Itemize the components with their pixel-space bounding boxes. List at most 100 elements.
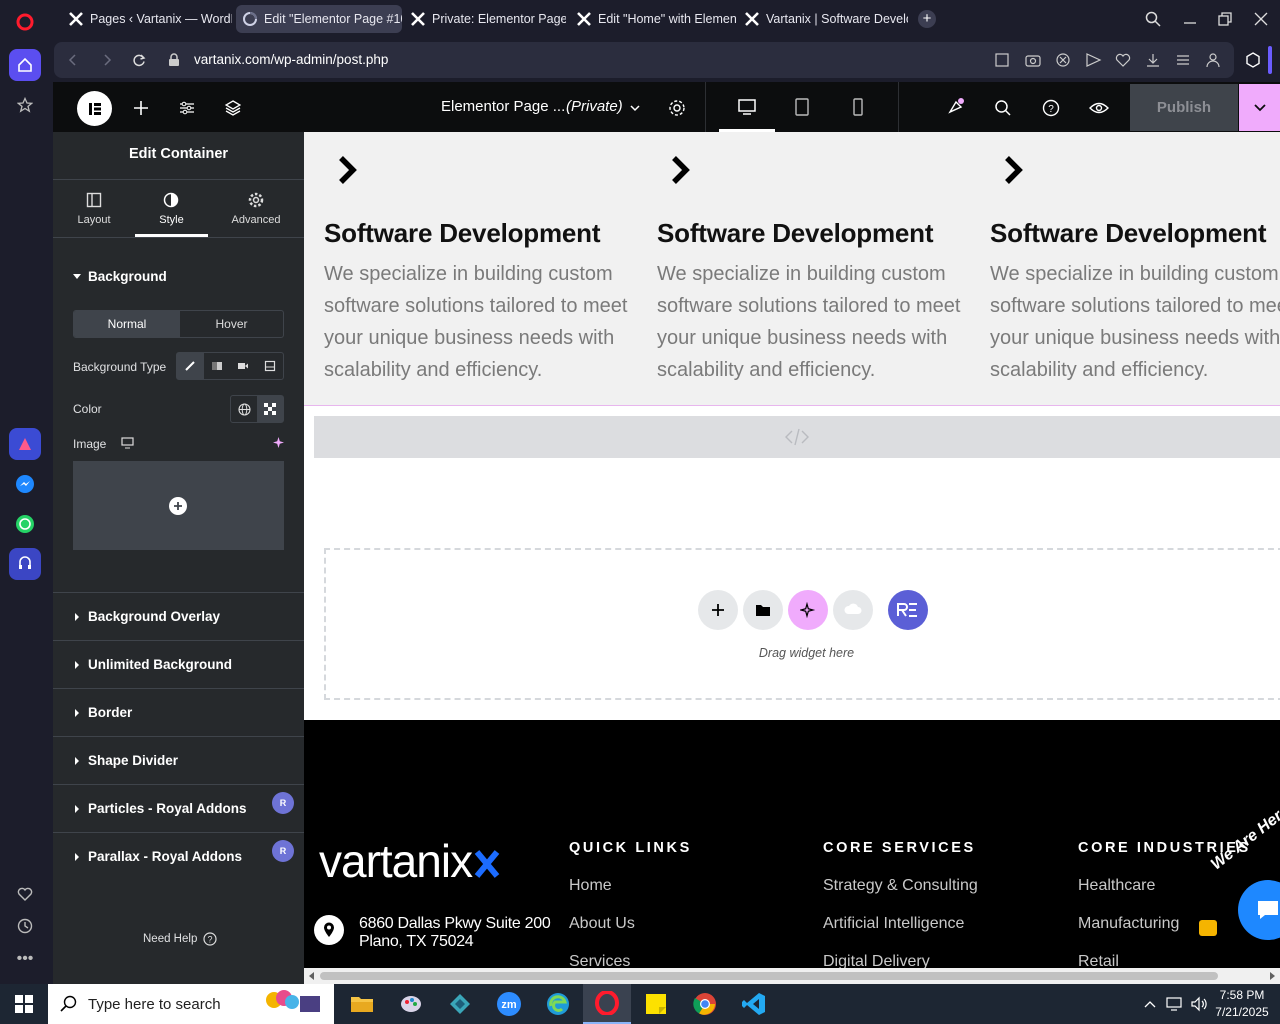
tablet-view-icon[interactable]: [794, 97, 810, 117]
taskbar-search[interactable]: Type here to search: [48, 984, 334, 1024]
url-text[interactable]: vartanix.com/wp-admin/post.php: [194, 52, 388, 67]
footer-link-about[interactable]: About Us: [569, 915, 635, 933]
adblock-icon[interactable]: [1054, 52, 1072, 68]
preview-eye-icon[interactable]: [1089, 100, 1109, 116]
edit-page-icon[interactable]: [994, 52, 1012, 68]
url-box[interactable]: vartanix.com/wp-admin/post.php: [54, 42, 1234, 78]
royal-elementor-button[interactable]: [888, 590, 928, 630]
brush-icon[interactable]: [177, 353, 204, 379]
music-player-icon[interactable]: [9, 548, 41, 580]
edge-icon[interactable]: [534, 984, 582, 1024]
scroll-right-icon[interactable]: [1268, 972, 1276, 980]
history-icon[interactable]: [9, 910, 41, 942]
download-icon[interactable]: [1144, 52, 1162, 68]
scrollbar-thumb[interactable]: [320, 972, 1218, 980]
section-shape-divider[interactable]: Shape Divider: [53, 736, 304, 784]
easy-setup-icon[interactable]: [1174, 52, 1192, 68]
elementor-logo-icon[interactable]: [77, 91, 112, 126]
section-unlimited-background[interactable]: Unlimited Background: [53, 640, 304, 688]
page-status[interactable]: (Private): [566, 98, 623, 115]
publish-button[interactable]: Publish: [1130, 84, 1238, 131]
background-section-header[interactable]: Background: [73, 269, 167, 284]
forward-icon[interactable]: [100, 53, 114, 67]
state-hover-tab[interactable]: Hover: [180, 311, 283, 337]
vscode-icon[interactable]: [730, 984, 778, 1024]
footer-link-healthcare[interactable]: Healthcare: [1078, 877, 1155, 895]
tab-edit-elementor[interactable]: Edit "Elementor Page #10: [236, 5, 402, 33]
tab-edit-home[interactable]: Edit "Home" with Element: [570, 5, 736, 33]
profile-icon[interactable]: [1204, 52, 1222, 68]
slideshow-icon[interactable]: [257, 353, 284, 379]
ai-generate-button[interactable]: [788, 590, 828, 630]
send-icon[interactable]: [1084, 52, 1102, 68]
horizontal-scrollbar[interactable]: [304, 968, 1280, 984]
footer-logo[interactable]: vartanix: [319, 838, 473, 884]
help-icon[interactable]: ?: [1042, 99, 1060, 117]
add-template-button[interactable]: [743, 590, 783, 630]
footer-link-retail[interactable]: Retail: [1078, 953, 1119, 969]
footer-link-services[interactable]: Services: [569, 953, 630, 969]
scroll-left-icon[interactable]: [308, 972, 316, 980]
tab-advanced[interactable]: Advanced: [213, 180, 299, 237]
section-border[interactable]: Border: [53, 688, 304, 736]
network-icon[interactable]: [1165, 996, 1183, 1012]
responsive-desktop-icon[interactable]: [121, 437, 134, 449]
chat-widget-button[interactable]: [1238, 880, 1280, 940]
heart-icon[interactable]: [9, 878, 41, 910]
desktop-view-icon[interactable]: [737, 98, 757, 116]
page-title[interactable]: Elementor Page ...: [441, 98, 565, 115]
section-background-overlay[interactable]: Background Overlay: [53, 592, 304, 640]
opera-taskbar-icon[interactable]: [583, 984, 631, 1024]
aria-icon[interactable]: [9, 428, 41, 460]
video-icon[interactable]: [230, 353, 257, 379]
structure-icon[interactable]: [225, 100, 241, 116]
messenger-icon[interactable]: [9, 468, 41, 500]
tray-chevron-up-icon[interactable]: [1143, 998, 1157, 1010]
minimize-icon[interactable]: [1182, 11, 1198, 27]
tab-style[interactable]: Style: [135, 180, 208, 237]
taskbar-clock[interactable]: 7:58 PM 7/21/2025: [1212, 987, 1272, 1021]
lock-icon[interactable]: [168, 53, 180, 67]
section-parallax[interactable]: Parallax - Royal Addons R: [53, 832, 304, 880]
volume-icon[interactable]: [1190, 996, 1208, 1012]
restore-icon[interactable]: [1217, 11, 1233, 27]
section-particles[interactable]: Particles - Royal Addons R: [53, 784, 304, 832]
color-swatch[interactable]: [257, 396, 283, 422]
tab-vartanix-site[interactable]: Vartanix | Software Develo: [738, 5, 908, 33]
home-icon[interactable]: [9, 49, 41, 81]
publish-options-button[interactable]: [1239, 84, 1280, 131]
tab-private-elementor[interactable]: Private: Elementor Page #: [404, 5, 566, 33]
footer-link-manufacturing[interactable]: Manufacturing: [1078, 915, 1179, 933]
mobile-view-icon[interactable]: [851, 97, 865, 117]
add-element-icon[interactable]: [133, 100, 149, 116]
opera-logo-icon[interactable]: [9, 6, 41, 38]
gradient-icon[interactable]: [204, 353, 231, 379]
paint-icon[interactable]: [387, 984, 435, 1024]
state-normal-tab[interactable]: Normal: [74, 311, 180, 337]
finder-search-icon[interactable]: [994, 99, 1012, 117]
ai-sparkle-icon[interactable]: [272, 436, 285, 449]
cloud-templates-button[interactable]: [833, 590, 873, 630]
footer-link-home[interactable]: Home: [569, 877, 612, 895]
drop-zone[interactable]: Drag widget here: [324, 548, 1280, 700]
services-container[interactable]: Software Development We specialize in bu…: [304, 132, 1280, 406]
back-icon[interactable]: [66, 53, 80, 67]
need-help-link[interactable]: Need Help ?: [143, 932, 217, 946]
chevron-down-icon[interactable]: [629, 102, 641, 114]
footer-link-digital[interactable]: Digital Delivery: [823, 953, 930, 969]
star-icon[interactable]: [9, 89, 41, 121]
windows-start-icon[interactable]: [0, 984, 48, 1024]
app-diamond-icon[interactable]: [436, 984, 484, 1024]
footer-link-ai[interactable]: Artificial Intelligence: [823, 915, 964, 933]
tab-pages[interactable]: Pages ‹ Vartanix — WordP: [62, 5, 232, 33]
site-settings-icon[interactable]: [179, 100, 195, 116]
file-explorer-icon[interactable]: [338, 984, 386, 1024]
globe-icon[interactable]: [231, 396, 257, 422]
image-picker[interactable]: [73, 461, 284, 550]
favorite-icon[interactable]: [1114, 52, 1132, 68]
reload-icon[interactable]: [132, 53, 146, 67]
sticky-notes-icon[interactable]: [632, 984, 680, 1024]
chrome-icon[interactable]: [681, 984, 729, 1024]
tab-search-icon[interactable]: [1145, 11, 1161, 27]
footer-link-strategy[interactable]: Strategy & Consulting: [823, 877, 978, 895]
